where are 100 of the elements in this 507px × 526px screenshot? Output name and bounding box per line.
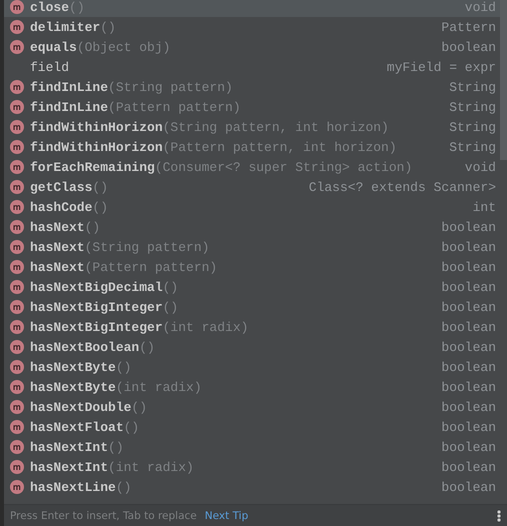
- completion-item[interactable]: delimiter() Pattern: [4, 17, 500, 37]
- next-tip-link[interactable]: Next Tip: [204, 510, 248, 522]
- completion-item[interactable]: hasNextInt() boolean: [4, 437, 500, 457]
- return-type: boolean: [440, 240, 496, 254]
- return-type: Class<? extends Scanner>: [308, 180, 496, 194]
- method-icon: [10, 240, 24, 254]
- method-icon: [10, 320, 24, 334]
- hint-text: Press Enter to insert, Tab to replace: [10, 510, 197, 522]
- method-name: hasNextBigDecimal: [30, 280, 163, 294]
- method-name: findInLine: [30, 80, 108, 94]
- method-name: hasNextInt: [30, 440, 108, 454]
- method-icon: [10, 400, 24, 414]
- completion-item[interactable]: hashCode() int: [4, 197, 500, 217]
- return-type: boolean: [440, 320, 496, 334]
- completion-item[interactable]: hasNextBoolean() boolean: [4, 337, 500, 357]
- parameter-list: (Pattern pattern): [108, 100, 241, 114]
- return-type: String: [448, 100, 496, 114]
- parameter-list: (String pattern): [108, 80, 233, 94]
- completion-item[interactable]: hasNextBigInteger() boolean: [4, 297, 500, 317]
- completion-item[interactable]: forEachRemaining(Consumer<? super String> action) void: [4, 157, 500, 177]
- method-name: hasNextBoolean: [30, 340, 140, 354]
- method-name: getClass: [30, 180, 92, 194]
- completion-item[interactable]: hasNext(Pattern pattern) boolean: [4, 257, 500, 277]
- parameter-list: (): [92, 200, 108, 214]
- completion-item[interactable]: getClass() Class<? extends Scanner>: [4, 177, 500, 197]
- return-type: boolean: [440, 260, 496, 274]
- parameter-list: (): [69, 0, 85, 14]
- return-type: boolean: [440, 340, 496, 354]
- completion-item[interactable]: close() void: [4, 0, 500, 17]
- method-icon: [10, 220, 24, 234]
- parameter-list: (): [116, 360, 132, 374]
- return-type: String: [448, 120, 496, 134]
- completion-item[interactable]: findWithinHorizon(String pattern, int horizon) String: [4, 117, 500, 137]
- return-type: void: [464, 160, 496, 174]
- method-name: hashCode: [30, 200, 92, 214]
- completion-item[interactable]: hasNextBigInteger(int radix) boolean: [4, 317, 500, 337]
- method-name: equals: [30, 40, 77, 54]
- completion-item[interactable]: equals(Object obj) boolean: [4, 37, 500, 57]
- parameter-list: (): [84, 220, 100, 234]
- return-type: boolean: [440, 400, 496, 414]
- parameter-list: (): [108, 440, 124, 454]
- parameter-list: (): [116, 480, 132, 494]
- completion-item[interactable]: field myField = expr: [4, 57, 500, 77]
- return-type: boolean: [440, 380, 496, 394]
- completion-item[interactable]: findInLine(Pattern pattern) String: [4, 97, 500, 117]
- completion-item[interactable]: findInLine(String pattern) String: [4, 77, 500, 97]
- completion-item[interactable]: hasNext(String pattern) boolean: [4, 237, 500, 257]
- completion-item[interactable]: hasNextDouble() boolean: [4, 397, 500, 417]
- return-type: boolean: [440, 360, 496, 374]
- return-type: boolean: [440, 440, 496, 454]
- method-icon: [10, 260, 24, 274]
- method-name: hasNextDouble: [30, 400, 132, 414]
- method-name: hasNext: [30, 260, 85, 274]
- field-name: field: [30, 60, 70, 74]
- parameter-list: (int radix): [116, 380, 202, 394]
- method-icon: [10, 80, 24, 94]
- completion-item[interactable]: hasNextByte(int radix) boolean: [4, 377, 500, 397]
- method-name: close: [30, 0, 70, 14]
- parameter-list: (Consumer<? super String> action): [154, 160, 412, 174]
- return-type: String: [448, 140, 496, 154]
- parameter-list: (String pattern): [84, 240, 210, 254]
- completion-item[interactable]: hasNextInt(int radix) boolean: [4, 457, 500, 477]
- method-icon: [10, 420, 24, 434]
- parameter-list: (int radix): [162, 320, 248, 334]
- method-icon: [10, 460, 24, 474]
- method-icon: [10, 300, 24, 314]
- method-icon: [10, 160, 24, 174]
- return-type: boolean: [440, 40, 496, 54]
- method-name: hasNextBigInteger: [30, 320, 163, 334]
- completion-item[interactable]: findWithinHorizon(Pattern pattern, int horizon) String: [4, 137, 500, 157]
- method-icon: [10, 140, 24, 154]
- parameter-list: (Pattern pattern): [84, 260, 218, 274]
- method-icon: [10, 280, 24, 294]
- parameter-list: (): [139, 340, 155, 354]
- method-name: hasNextInt: [30, 460, 108, 474]
- method-icon: [10, 120, 24, 134]
- completion-item[interactable]: hasNext() boolean: [4, 217, 500, 237]
- return-type: boolean: [440, 420, 496, 434]
- parameter-list: (Pattern pattern, int horizon): [162, 140, 397, 154]
- completion-item[interactable]: hasNextByte() boolean: [4, 357, 500, 377]
- parameter-list: (): [92, 180, 108, 194]
- method-icon: [10, 40, 24, 54]
- completion-item[interactable]: hasNextBigDecimal() boolean: [4, 277, 500, 297]
- parameter-list: (String pattern, int horizon): [162, 120, 389, 134]
- method-name: hasNextByte: [30, 360, 116, 374]
- return-type: String: [448, 80, 496, 94]
- method-name: forEachRemaining: [30, 160, 155, 174]
- more-icon[interactable]: [497, 510, 501, 522]
- parameter-list: (): [131, 400, 148, 414]
- method-name: delimiter: [30, 20, 100, 34]
- method-name: hasNextLine: [30, 480, 116, 494]
- method-icon: [10, 360, 24, 374]
- method-name: hasNextByte: [30, 380, 116, 394]
- parameter-list: (): [124, 420, 140, 434]
- return-type: boolean: [440, 280, 496, 294]
- return-type: int: [472, 200, 496, 214]
- completion-item[interactable]: hasNextFloat() boolean: [4, 417, 500, 437]
- return-type: boolean: [440, 460, 496, 474]
- method-name: hasNext: [30, 220, 85, 234]
- completion-item[interactable]: hasNextLine() boolean: [4, 477, 500, 497]
